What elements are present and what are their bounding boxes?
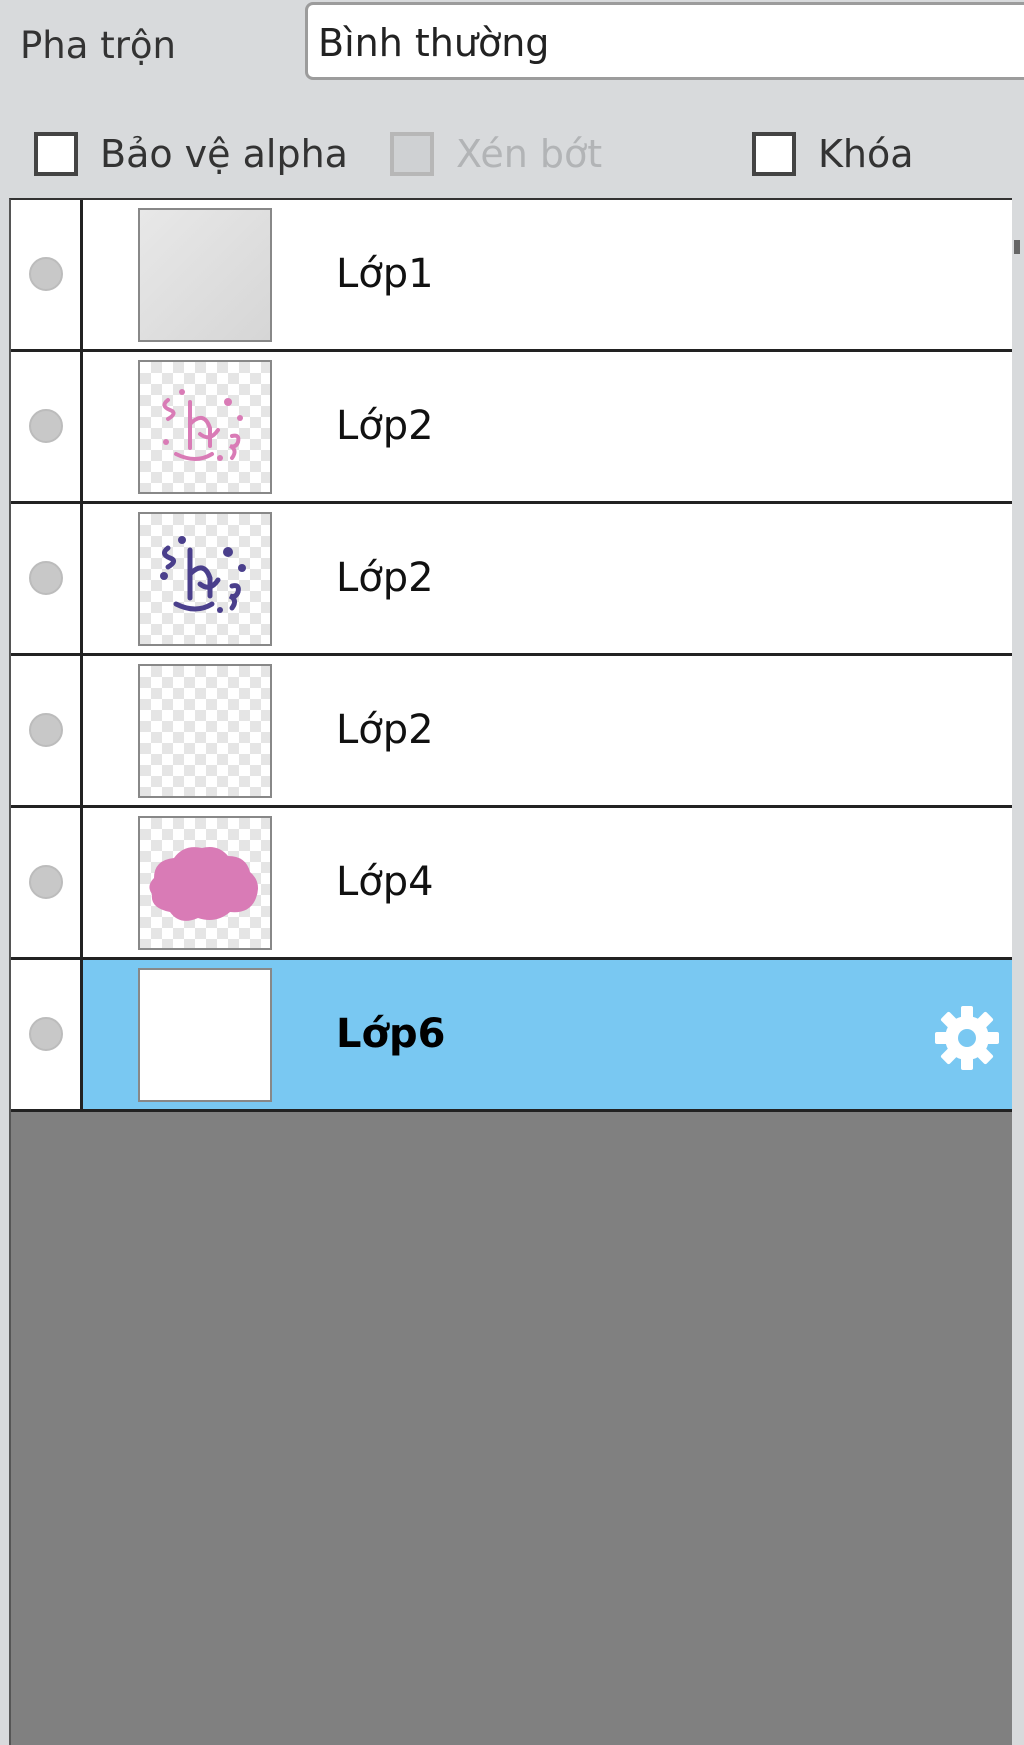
layer-row[interactable]: Lớp2 xyxy=(11,504,1012,656)
pink-blob-icon xyxy=(149,847,258,921)
protect-alpha-label: Bảo vệ alpha xyxy=(100,132,348,176)
layer-name: Lớp2 xyxy=(336,403,434,449)
purple-lettering-icon xyxy=(160,536,246,613)
layer-name: Lớp2 xyxy=(336,707,434,753)
layer-name: Lớp4 xyxy=(336,859,434,905)
visibility-toggle-icon[interactable] xyxy=(29,257,63,291)
lock-checkbox[interactable]: Khóa xyxy=(752,126,914,182)
visibility-toggle-icon[interactable] xyxy=(29,1017,63,1051)
visibility-column[interactable] xyxy=(11,656,83,805)
layer-name: Lớp6 xyxy=(336,1011,446,1057)
visibility-column[interactable] xyxy=(11,808,83,957)
lock-label: Khóa xyxy=(818,132,914,176)
layer-thumbnail xyxy=(138,968,272,1102)
protect-alpha-checkbox[interactable]: Bảo vệ alpha xyxy=(34,126,348,182)
blend-mode-label: Pha trộn xyxy=(20,24,177,67)
visibility-column[interactable] xyxy=(11,504,83,653)
layer-thumbnail xyxy=(138,816,272,950)
blend-mode-row: Pha trộn Bình thường xyxy=(0,0,1024,90)
layer-row[interactable]: Lớp2 xyxy=(11,352,1012,504)
layer-options-row: Bảo vệ alpha Xén bớt Khóa xyxy=(0,108,1024,188)
visibility-toggle-icon[interactable] xyxy=(29,409,63,443)
layer-name: Lớp1 xyxy=(336,251,434,297)
layer-thumbnail xyxy=(138,664,272,798)
visibility-column[interactable] xyxy=(11,200,83,349)
scrollbar[interactable] xyxy=(1014,240,1020,254)
pink-lettering-icon xyxy=(162,389,243,461)
layer-name: Lớp2 xyxy=(336,555,434,601)
layer-row-selected[interactable]: Lớp6 xyxy=(11,960,1012,1112)
layer-list: Lớp1 Lớp2 Lớp2 Lớp2 Lớp4 Lớp6 xyxy=(9,198,1012,1745)
visibility-toggle-icon[interactable] xyxy=(29,865,63,899)
blend-mode-value: Bình thường xyxy=(318,21,550,65)
clip-box xyxy=(390,132,434,176)
lock-box[interactable] xyxy=(752,132,796,176)
visibility-toggle-icon[interactable] xyxy=(29,713,63,747)
visibility-column[interactable] xyxy=(11,352,83,501)
visibility-toggle-icon[interactable] xyxy=(29,561,63,595)
clip-checkbox: Xén bớt xyxy=(390,126,602,182)
layer-row[interactable]: Lớp1 xyxy=(11,200,1012,352)
layer-row[interactable]: Lớp4 xyxy=(11,808,1012,960)
gear-icon[interactable] xyxy=(932,1003,1002,1073)
protect-alpha-box[interactable] xyxy=(34,132,78,176)
layer-thumbnail xyxy=(138,360,272,494)
blend-mode-select[interactable]: Bình thường xyxy=(305,2,1024,80)
visibility-column[interactable] xyxy=(11,960,83,1109)
clip-label: Xén bớt xyxy=(456,132,603,176)
layer-thumbnail xyxy=(138,512,272,646)
layer-row[interactable]: Lớp2 xyxy=(11,656,1012,808)
layer-thumbnail xyxy=(138,208,272,342)
